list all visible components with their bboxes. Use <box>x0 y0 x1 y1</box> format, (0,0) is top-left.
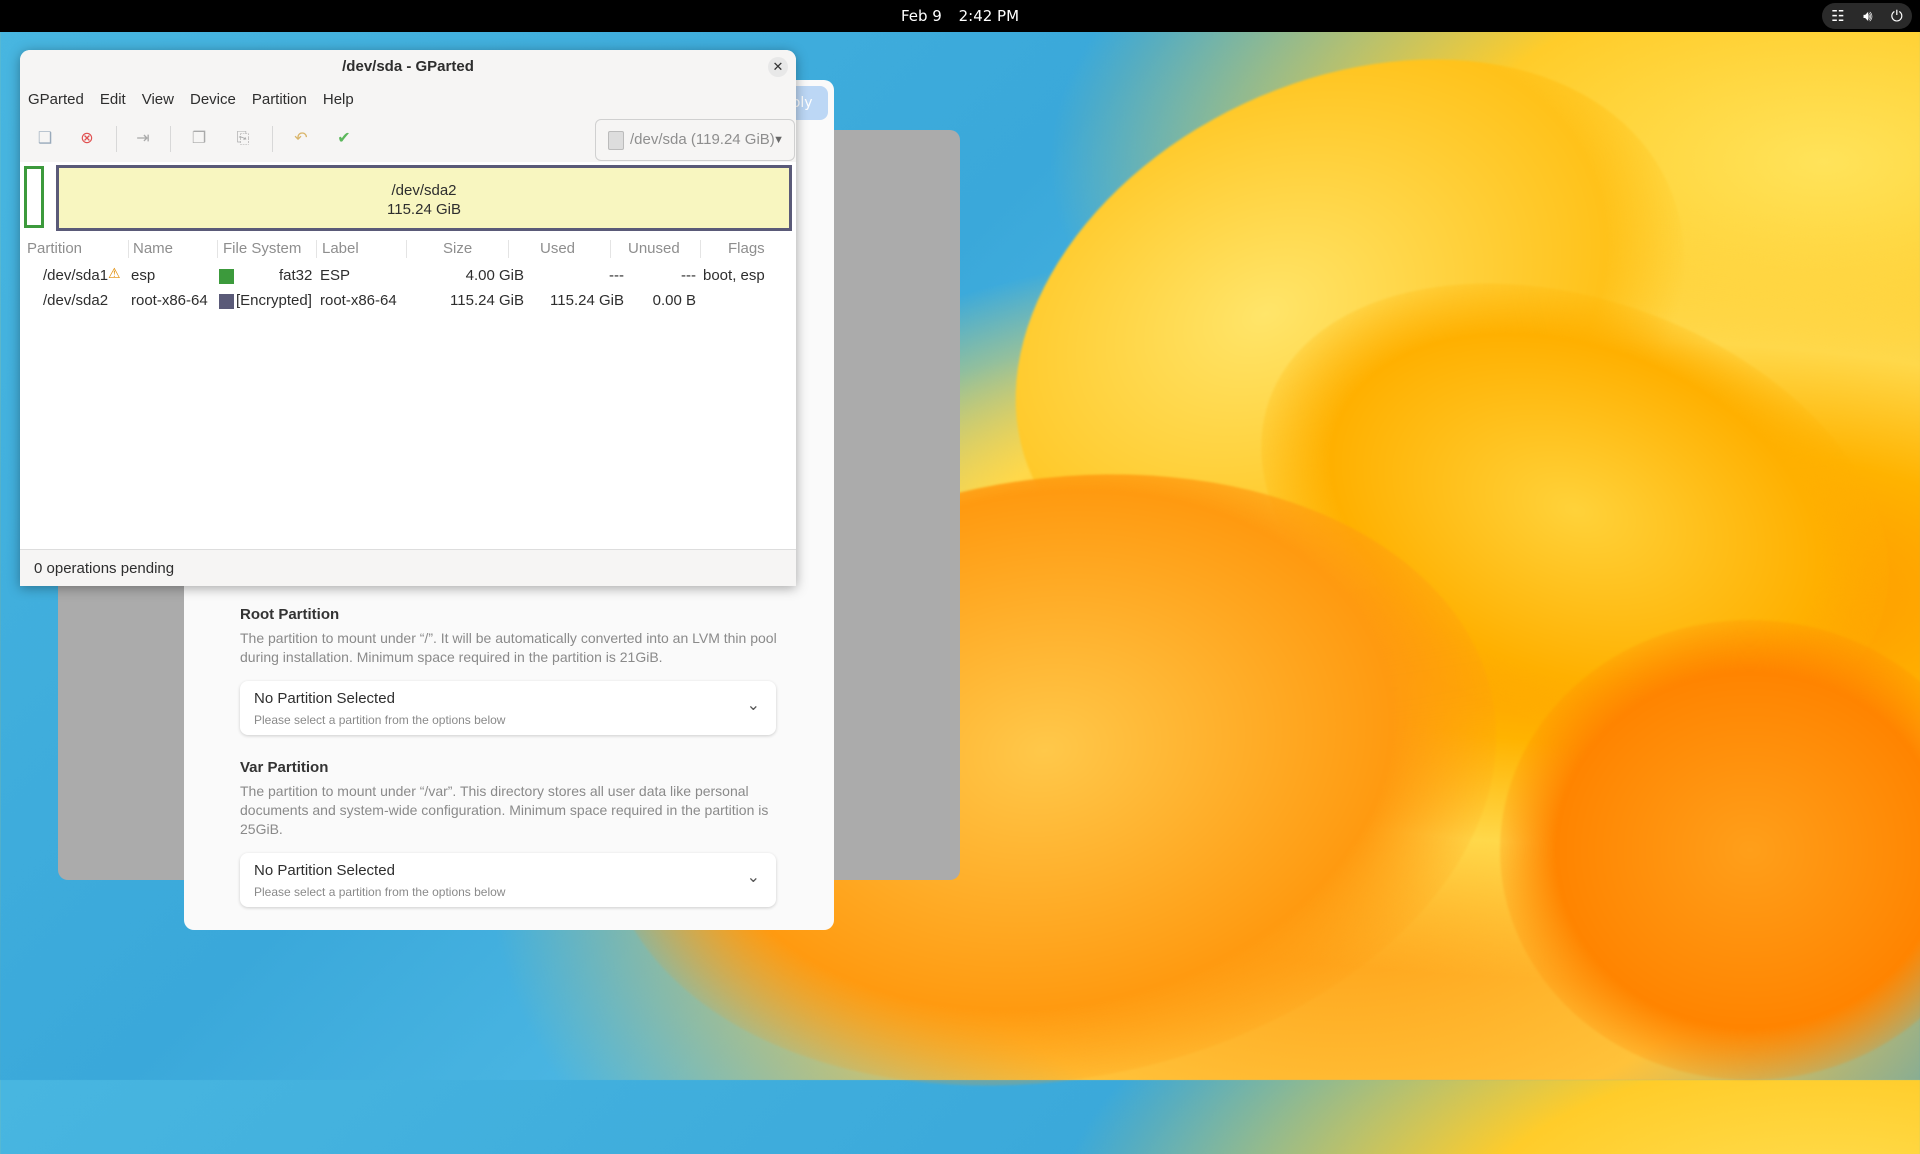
column-separator <box>508 240 509 258</box>
cell-name: esp <box>131 267 156 284</box>
partition-block-name: /dev/sda2 <box>391 182 457 199</box>
clock[interactable]: Feb 9 2:42 PM <box>0 7 1920 25</box>
top-bar: Feb 9 2:42 PM ☷ 🔊︎ ⏻ <box>0 0 1920 32</box>
column-separator <box>217 240 218 258</box>
chevron-down-icon: ⌄ <box>746 697 760 714</box>
clock-date: Feb 9 <box>900 7 942 25</box>
chevron-down-icon: ▼ <box>773 134 784 146</box>
gparted-window: /dev/sda - GParted ✕ GParted Edit View Devi… <box>20 50 796 586</box>
column-unused[interactable]: Unused <box>628 240 680 257</box>
column-separator <box>128 240 129 258</box>
window-title: /dev/sda - GParted <box>20 50 796 84</box>
disk-graph: /dev/sda2 115.24 GiB <box>20 162 796 232</box>
toolbar: ❑ ⊗ ⇥ ❐ ⎘ ↶ ✔ /dev/sda (119.24 GiB) ▼ <box>20 116 796 163</box>
table-row[interactable]: /dev/sda2 root-x86-64 [Encrypted] root-x… <box>20 289 796 314</box>
column-partition[interactable]: Partition <box>27 240 82 257</box>
toolbar-separator <box>170 126 171 152</box>
cell-unused: --- <box>681 267 696 284</box>
root-partition-hint: Please select a partition from the optio… <box>254 713 506 727</box>
cell-size: 115.24 GiB <box>450 292 524 309</box>
cell-partition: /dev/sda2 <box>43 292 109 309</box>
toolbar-separator <box>116 126 117 152</box>
status-bar: 0 operations pending <box>20 549 796 586</box>
cell-flags: boot, esp <box>703 267 765 284</box>
toolbar-separator <box>272 126 273 152</box>
menu-edit[interactable]: Edit <box>92 84 134 116</box>
var-partition-dropdown[interactable]: No Partition Selected Please select a pa… <box>240 853 776 907</box>
root-partition-section: Root Partition The partition to mount un… <box>240 606 780 667</box>
partition-block-size: 115.24 GiB <box>387 201 461 218</box>
warning-icon[interactable]: ⚠ <box>108 265 121 282</box>
column-size[interactable]: Size <box>443 240 472 257</box>
column-flags[interactable]: Flags <box>728 240 765 257</box>
power-icon: ⏻ <box>1890 7 1903 25</box>
menu-device[interactable]: Device <box>182 84 244 116</box>
var-partition-value: No Partition Selected <box>254 862 395 879</box>
column-label[interactable]: Label <box>322 240 359 257</box>
cell-file-system: fat32 <box>279 267 313 284</box>
clock-time: 2:42 PM <box>958 7 1020 25</box>
cell-used: --- <box>609 267 624 284</box>
cell-file-system: [Encrypted] <box>236 292 312 309</box>
cell-label: ESP <box>320 267 351 284</box>
partition-block-sda2[interactable]: /dev/sda2 115.24 GiB <box>56 165 792 231</box>
chevron-down-icon: ⌄ <box>746 869 760 886</box>
column-file-system[interactable]: File System <box>223 240 301 257</box>
table-header: Partition Name File System Label Size Us… <box>20 236 796 262</box>
new-partition-icon[interactable]: ❑ <box>34 128 56 150</box>
cell-name: root-x86-64 <box>131 292 208 309</box>
cell-partition: /dev/sda1 <box>43 267 109 284</box>
root-partition-description: The partition to mount under “/”. It wil… <box>240 630 777 665</box>
menu-partition[interactable]: Partition <box>244 84 315 116</box>
menu-gparted[interactable]: GParted <box>20 84 92 116</box>
menu-help[interactable]: Help <box>315 84 362 116</box>
drive-icon <box>608 131 624 150</box>
column-separator <box>700 240 701 258</box>
column-separator <box>610 240 611 258</box>
menu-bar: GParted Edit View Device Partition Help <box>20 84 796 116</box>
network-icon: ☷ <box>1831 7 1845 25</box>
partition-block-sda1[interactable] <box>24 166 44 228</box>
cell-unused: 0.00 B <box>652 292 696 309</box>
volume-icon: 🔊︎ <box>1863 7 1873 25</box>
root-partition-dropdown[interactable]: No Partition Selected Please select a pa… <box>240 681 776 735</box>
cell-used: 115.24 GiB <box>550 292 624 309</box>
menu-view[interactable]: View <box>134 84 182 116</box>
filesystem-color-swatch <box>219 294 234 309</box>
device-selector[interactable]: /dev/sda (119.24 GiB) ▼ <box>595 119 795 161</box>
column-used[interactable]: Used <box>540 240 575 257</box>
var-partition-description: The partition to mount under “/var”. Thi… <box>240 783 769 837</box>
status-text: 0 operations pending <box>34 560 175 577</box>
column-separator <box>406 240 407 258</box>
close-icon[interactable]: ✕ <box>768 57 788 77</box>
undo-icon[interactable]: ↶ <box>290 128 312 150</box>
cell-size: 4.00 GiB <box>465 267 524 284</box>
column-separator <box>316 240 317 258</box>
var-partition-hint: Please select a partition from the optio… <box>254 885 506 899</box>
resize-move-icon[interactable]: ⇥ <box>132 128 154 150</box>
root-partition-title: Root Partition <box>240 606 340 623</box>
table-row[interactable]: /dev/sda1 ⚠ esp fat32 ESP 4.00 GiB --- -… <box>20 264 796 289</box>
filesystem-color-swatch <box>219 269 234 284</box>
apply-icon[interactable]: ✔ <box>333 128 355 150</box>
column-name[interactable]: Name <box>133 240 173 257</box>
var-partition-title: Var Partition <box>240 759 329 776</box>
delete-partition-icon[interactable]: ⊗ <box>76 128 98 150</box>
system-tray[interactable]: ☷ 🔊︎ ⏻ <box>1822 3 1912 29</box>
paste-icon[interactable]: ⎘ <box>232 128 254 150</box>
copy-icon[interactable]: ❐ <box>188 128 210 150</box>
root-partition-value: No Partition Selected <box>254 690 395 707</box>
cell-label: root-x86-64 <box>320 292 397 309</box>
device-selector-label: /dev/sda (119.24 GiB) <box>630 131 775 148</box>
var-partition-section: Var Partition The partition to mount und… <box>240 759 780 839</box>
